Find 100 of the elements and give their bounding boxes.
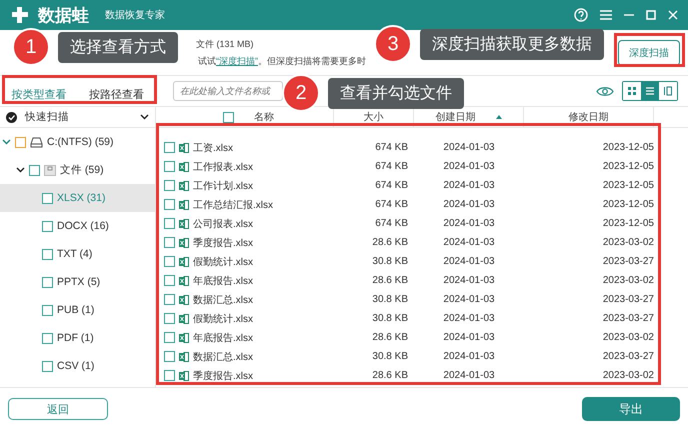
checkbox[interactable] — [29, 164, 40, 176]
export-button[interactable]: 导出 — [582, 397, 680, 421]
modified-date: 2023-12-05 — [602, 161, 654, 172]
file-name: 数据汇总.xlsx — [193, 350, 253, 364]
tree-item[interactable]: C:(NTFS) (59) — [0, 128, 155, 156]
checkbox[interactable] — [164, 199, 175, 210]
modified-date: 2023-03-02 — [602, 370, 654, 381]
back-button[interactable]: 返回 — [8, 398, 108, 420]
modified-date: 2023-03-02 — [602, 332, 654, 343]
spreadsheet-file-icon — [179, 180, 189, 190]
checkbox[interactable] — [164, 237, 175, 248]
tree-item[interactable]: PDF (1) — [0, 324, 155, 352]
column-header[interactable]: 名称 — [254, 110, 274, 124]
eye-icon[interactable] — [596, 86, 614, 96]
scan-summary: 文件 (131 MB) — [196, 38, 254, 50]
tree-label: XLSX (31) — [57, 192, 106, 204]
deep-scan-link[interactable]: “深度扫描” — [216, 56, 258, 66]
tree-label: PPTX (5) — [57, 276, 100, 288]
modified-date: 2023-12-05 — [602, 142, 654, 153]
checkbox[interactable] — [164, 370, 175, 381]
view-tab[interactable]: 按路径查看 — [86, 79, 146, 106]
scan-mode-label: 快速扫描 — [25, 110, 69, 124]
modified-date: 2023-12-05 — [602, 180, 654, 191]
tree-item[interactable]: 文件 (59) — [0, 156, 155, 184]
spreadsheet-file-icon — [179, 332, 189, 342]
help-icon[interactable] — [574, 8, 588, 22]
checkbox[interactable] — [42, 332, 53, 344]
file-size: 30.8 KB — [371, 313, 409, 324]
created-date: 2024-01-03 — [442, 142, 496, 153]
tree-item[interactable]: CSV (1) — [0, 352, 155, 380]
created-date: 2024-01-03 — [442, 370, 496, 381]
step-number-badge: 3 — [374, 25, 412, 63]
tree-item[interactable]: PUB (1) — [0, 296, 155, 324]
created-date: 2024-01-03 — [442, 313, 496, 324]
checkbox[interactable] — [164, 275, 175, 286]
file-size: 28.6 KB — [371, 370, 409, 381]
file-name: 工作计划.xlsx — [193, 180, 253, 192]
chevron-down-icon[interactable] — [140, 114, 149, 120]
chevron-down-icon[interactable] — [16, 167, 25, 173]
file-name: 工作报表.xlsx — [193, 160, 253, 174]
checkbox[interactable] — [164, 180, 175, 191]
tree-item[interactable]: PPTX (5) — [0, 268, 155, 296]
grid-view-icon — [627, 86, 637, 96]
file-size: 28.6 KB — [371, 237, 409, 248]
tree-label: PUB (1) — [57, 304, 94, 316]
checkbox[interactable] — [164, 161, 175, 172]
column-header[interactable]: 创建日期 — [436, 110, 502, 124]
spreadsheet-file-icon — [179, 238, 189, 248]
file-size: 30.8 KB — [371, 351, 409, 362]
deep-scan-button[interactable]: 深度扫描 — [618, 40, 680, 66]
checkbox[interactable] — [223, 112, 234, 122]
search-field[interactable]: 在此处输入文件名称或 — [173, 81, 283, 101]
created-date: 2024-01-03 — [442, 180, 496, 191]
file-name: 假勤统计.xlsx — [193, 312, 253, 326]
tree-label: C:(NTFS) (59) — [47, 136, 114, 148]
menu-icon[interactable] — [600, 10, 612, 20]
tree-label: 文件 (59) — [60, 163, 104, 177]
tree-label: CSV (1) — [57, 360, 94, 372]
created-date: 2024-01-03 — [442, 218, 496, 229]
file-name: 假勤统计.xlsx — [193, 256, 253, 268]
checkbox[interactable] — [164, 256, 175, 267]
view-tab[interactable]: 按类型查看 — [9, 79, 68, 106]
close-icon[interactable] — [668, 10, 678, 20]
checkbox[interactable] — [164, 313, 175, 324]
checkbox[interactable] — [42, 192, 53, 204]
file-size: 28.6 KB — [371, 275, 409, 286]
deep-scan-hint: 试试“深度扫描”。但深度扫描将需要更多时 — [197, 54, 366, 68]
column-header[interactable]: 大小 — [364, 110, 384, 124]
file-name: 年底报告.xlsx — [193, 274, 253, 288]
checkbox[interactable] — [164, 351, 175, 362]
checkbox[interactable] — [15, 136, 26, 148]
maximize-icon[interactable] — [646, 10, 656, 20]
tree-label: TXT (4) — [57, 248, 92, 260]
modified-date: 2023-12-05 — [602, 218, 654, 229]
tree-item[interactable]: DOCX (16) — [0, 212, 155, 240]
checkbox[interactable] — [164, 294, 175, 305]
checkbox[interactable] — [164, 332, 175, 343]
file-size: 674 KB — [374, 142, 409, 153]
column-header[interactable]: 修改日期 — [568, 110, 608, 124]
modified-date: 2023-03-02 — [602, 275, 654, 286]
minimize-icon[interactable] — [624, 14, 634, 16]
list-view-button[interactable] — [641, 82, 659, 100]
checkbox[interactable] — [42, 248, 53, 260]
checkbox[interactable] — [42, 304, 53, 316]
created-date: 2024-01-03 — [442, 237, 496, 248]
file-size: 674 KB — [374, 161, 409, 172]
checkbox[interactable] — [42, 276, 53, 288]
highlight-frame — [614, 33, 685, 67]
file-name: 公司报表.xlsx — [193, 218, 253, 230]
file-name: 工作总结汇报.xlsx — [193, 198, 273, 212]
created-date: 2024-01-03 — [442, 161, 496, 172]
checkbox[interactable] — [164, 142, 175, 153]
tree-item[interactable]: TXT (4) — [0, 240, 155, 268]
list-view-icon — [645, 86, 655, 96]
checkbox[interactable] — [42, 360, 53, 372]
checkbox[interactable] — [164, 218, 175, 229]
checkbox[interactable] — [42, 220, 53, 232]
file-size: 674 KB — [374, 218, 409, 229]
file-name: 年底报告.xlsx — [193, 332, 253, 344]
modified-date: 2023-03-27 — [602, 256, 654, 267]
